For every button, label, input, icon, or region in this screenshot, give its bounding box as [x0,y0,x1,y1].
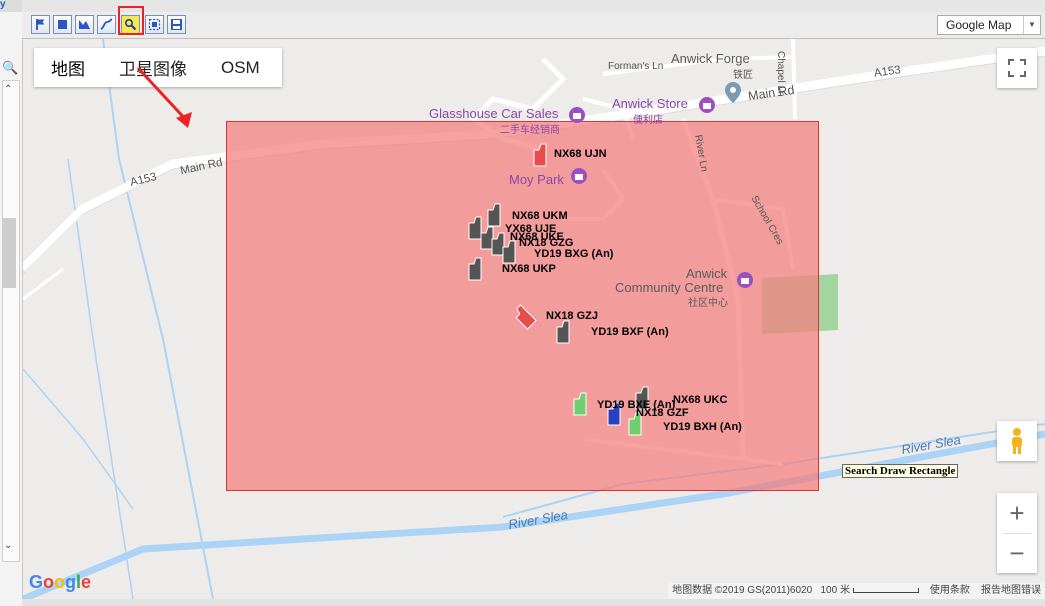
left-scrollbar[interactable] [2,80,20,562]
zoom-in-button[interactable]: + [997,493,1037,533]
vehicle-label[interactable]: NX18 GZJ [546,310,598,322]
poi-label: Anwick Store [612,96,688,111]
shopping-icon [571,168,587,184]
zoom-divider [1003,533,1031,534]
fullscreen-icon [1008,59,1026,77]
left-panel-title: y [0,0,22,12]
shopping-icon [569,107,585,123]
vehicle-label[interactable]: YD19 BXF (An) [591,326,669,338]
zoom-out-button[interactable]: − [997,533,1037,573]
chevron-down-icon[interactable]: ⌄ [4,540,12,551]
place-label: Community Centre [615,280,724,295]
search-tooltip: Search Draw Rectangle [842,464,959,478]
scale-bar [852,587,919,593]
polyline-icon [100,18,113,30]
search-icon[interactable]: 🔍 [2,60,18,76]
map-pin-icon [725,82,741,103]
poi-label: 二手车经销商 [500,125,560,136]
place-label: Anwick [686,266,728,281]
poi-label: Glasshouse Car Sales [429,106,559,121]
annotation-arrow [136,66,192,128]
fullscreen-button[interactable] [997,48,1037,88]
vehicle-label[interactable]: NX68 UKC [673,394,727,406]
place-label: 社区中心 [688,298,728,309]
place-label: Anwick Forge [671,51,750,66]
vehicle-label[interactable]: NX68 UKP [502,263,556,275]
polygon-icon [79,20,90,29]
chevron-up-icon[interactable]: ⌃ [4,84,12,95]
vehicle-icon[interactable] [555,319,571,345]
stop-button[interactable] [53,15,72,34]
vehicle-label[interactable]: NX68 UJN [554,148,607,160]
zoom-extent-button[interactable] [145,15,164,34]
google-logo: Google [29,572,92,592]
terms-link[interactable]: 使用条款 [930,585,970,596]
save-icon [171,19,182,30]
chevron-down-icon: ▼ [1023,16,1040,34]
road-label: Forman's Ln [608,61,664,72]
left-panel: y 🔍 ⌃ ⌄ [0,0,23,606]
vehicle-icon[interactable] [572,391,588,417]
street-view-button[interactable] [997,421,1037,461]
map-data-text: 地图数据 ©2019 GS(2011)6020 [672,585,813,596]
poi-label: 便利店 [633,115,663,126]
save-button[interactable] [167,15,186,34]
flag-icon [36,19,45,30]
vehicle-label[interactable]: YD19 BXH (An) [663,421,742,433]
map-attribution: 地图数据 ©2019 GS(2011)6020 100 米 使用条款 报告地图错… [668,583,1045,599]
left-scrollbar-thumb[interactable] [2,218,16,288]
tab-map[interactable]: 地图 [34,55,102,80]
poi-label: Moy Park [509,172,564,187]
highlight-box [118,6,144,35]
community-icon [737,272,753,288]
status-bar [22,599,1045,606]
polygon-button[interactable] [75,15,94,34]
pegman-icon [1012,428,1022,454]
polyline-button[interactable] [97,15,116,34]
report-error-link[interactable]: 报告地图错误 [981,585,1041,596]
zoom-extent-icon [148,18,161,31]
map-toolbar: Google Map ▼ [22,12,1045,39]
scale-text: 100 米 [820,585,850,596]
vehicle-icon[interactable] [467,256,483,282]
vehicle-label[interactable]: YD19 BXG (An) [534,248,613,260]
zoom-control: + − [997,493,1037,573]
shopping-icon [699,97,715,113]
vehicle-label[interactable]: NX68 UKM [512,210,568,222]
flag-button[interactable] [31,15,50,34]
map-type-value: Google Map [946,18,1012,32]
vehicle-label[interactable]: NX18 GZF [636,407,689,419]
stop-square-icon [58,20,67,29]
map-type-select[interactable]: Google Map ▼ [937,15,1041,35]
place-label: 铁匠 [733,70,753,81]
tab-osm[interactable]: OSM [204,58,277,78]
vehicle-icon[interactable] [532,142,548,168]
